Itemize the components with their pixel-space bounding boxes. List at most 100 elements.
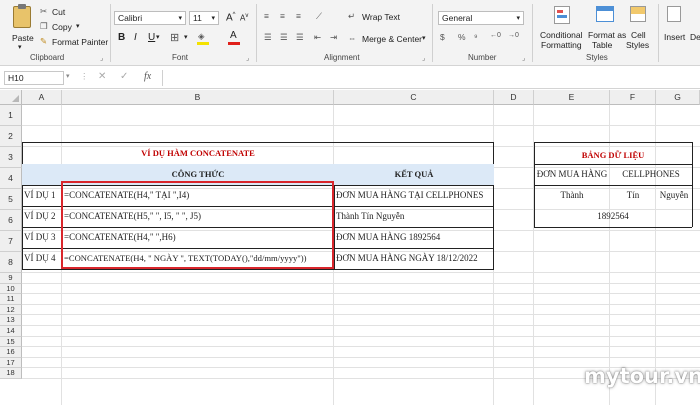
- fill-color-icon[interactable]: ◈: [197, 31, 209, 45]
- gridline: [22, 188, 700, 189]
- bold-icon[interactable]: B: [118, 32, 125, 43]
- font-size-select[interactable]: 11 ▾: [189, 11, 219, 25]
- row-header-5[interactable]: 5: [0, 189, 22, 210]
- align-left-icon[interactable]: ☰: [264, 32, 272, 43]
- row-header-17[interactable]: 17: [0, 357, 22, 369]
- copy-label: Copy: [52, 22, 72, 32]
- dialog-launcher-icon[interactable]: ⌟: [100, 54, 103, 62]
- conditional-formatting-button[interactable]: Conditional Formatting: [540, 6, 586, 52]
- delete-button[interactable]: De: [690, 6, 700, 52]
- number-format-select[interactable]: General ▾: [438, 11, 524, 25]
- format-as-table-label-2: Table: [592, 40, 613, 50]
- grow-font-icon[interactable]: A^: [226, 12, 236, 23]
- row-header-16[interactable]: 16: [0, 347, 22, 358]
- number-group-label: Number: [468, 53, 497, 62]
- dialog-launcher-icon[interactable]: ⌟: [246, 54, 249, 62]
- shrink-font-icon[interactable]: Av: [240, 13, 248, 23]
- percent-icon[interactable]: %: [458, 32, 466, 42]
- insert-label: Insert: [664, 32, 686, 42]
- row-header-7[interactable]: 7: [0, 231, 22, 252]
- gridline: [22, 303, 700, 305]
- name-box[interactable]: H10: [4, 71, 64, 85]
- gridline: [22, 378, 700, 379]
- cell-styles-icon: [630, 6, 646, 22]
- row-header-12[interactable]: 12: [0, 304, 22, 316]
- gridline: [655, 105, 656, 405]
- column-header-c[interactable]: C: [334, 90, 494, 105]
- gridline: [22, 293, 700, 295]
- decrease-decimal-icon[interactable]: →0: [508, 32, 519, 39]
- increase-decimal-icon[interactable]: ←0: [490, 32, 501, 39]
- gridline: [61, 105, 62, 405]
- column-header-b[interactable]: B: [62, 90, 334, 105]
- increase-indent-icon[interactable]: ⇥: [330, 32, 337, 43]
- chevron-down-icon: ▾: [184, 34, 188, 41]
- wrap-text-icon: ↵: [348, 11, 356, 21]
- decrease-indent-icon[interactable]: ⇤: [314, 32, 321, 43]
- row-header-18[interactable]: 18: [0, 368, 22, 379]
- underline-icon[interactable]: U: [148, 32, 155, 43]
- select-all-corner[interactable]: [0, 90, 22, 105]
- dialog-launcher-icon[interactable]: ⌟: [522, 54, 525, 62]
- gridline: [22, 146, 700, 147]
- conditional-formatting-label: Conditional: [540, 30, 583, 40]
- align-middle-icon[interactable]: ≡: [280, 11, 285, 21]
- column-header-g[interactable]: G: [656, 90, 700, 105]
- row-header-4[interactable]: 4: [0, 168, 22, 189]
- chevron-down-icon: ▾: [156, 34, 160, 41]
- column-header-a[interactable]: A: [22, 90, 62, 105]
- row-header-13[interactable]: 13: [0, 315, 22, 326]
- row-header-10[interactable]: 10: [0, 283, 22, 295]
- align-top-icon[interactable]: ≡: [264, 11, 269, 21]
- row-header-14[interactable]: 14: [0, 326, 22, 337]
- row-header-6[interactable]: 6: [0, 210, 22, 231]
- worksheet-grid[interactable]: A B C D E F G 1 2 3 4 5 6 7 8 9 10 11 12 13 14 15 16 17 18: [0, 90, 700, 405]
- font-name-select[interactable]: Calibri ▾: [114, 11, 186, 25]
- orientation-icon[interactable]: ⟋: [316, 11, 322, 22]
- align-bottom-icon[interactable]: ≡: [296, 11, 301, 21]
- paste-label: Paste: [12, 33, 34, 43]
- format-as-table-label: Format as: [588, 30, 627, 40]
- gridline: [333, 105, 334, 405]
- align-center-icon[interactable]: ☰: [280, 32, 288, 43]
- conditional-formatting-icon: [554, 6, 570, 24]
- cell-styles-button[interactable]: Cell Styles: [624, 6, 652, 52]
- row-header-2[interactable]: 2: [0, 126, 22, 147]
- row-header-3[interactable]: 3: [0, 147, 22, 168]
- row-header-9[interactable]: 9: [0, 273, 22, 284]
- divider: [432, 4, 433, 62]
- currency-icon[interactable]: $: [440, 32, 445, 42]
- insert-button[interactable]: Insert: [664, 6, 686, 52]
- chevron-down-icon: ▾: [76, 23, 80, 30]
- enter-icon[interactable]: ✓: [120, 71, 128, 82]
- column-header-f[interactable]: F: [610, 90, 656, 105]
- scissors-icon: ✂: [40, 6, 48, 16]
- gridline: [609, 105, 610, 405]
- row-header-8[interactable]: 8: [0, 252, 22, 273]
- row-header-15[interactable]: 15: [0, 336, 22, 348]
- chevron-down-icon[interactable]: ▾: [66, 72, 70, 80]
- column-header-e[interactable]: E: [534, 90, 610, 105]
- dialog-launcher-icon[interactable]: ⌟: [422, 54, 425, 62]
- gridline: [22, 167, 700, 168]
- alignment-group-label: Alignment: [324, 53, 360, 62]
- comma-style-icon[interactable]: ⁹: [474, 32, 478, 42]
- insert-function-button[interactable]: fx: [144, 71, 151, 82]
- font-color-icon[interactable]: A: [228, 30, 240, 45]
- gridline: [22, 335, 700, 337]
- align-right-icon[interactable]: ☰: [296, 32, 304, 43]
- row-header-1[interactable]: 1: [0, 105, 22, 126]
- insert-icon: [667, 6, 681, 22]
- format-as-table-button[interactable]: Format as Table: [588, 6, 627, 52]
- row-header-11[interactable]: 11: [0, 294, 22, 305]
- ribbon: Paste ▾ ✂ Cut ❐ Copy ▾ ✎ Format Painter …: [0, 0, 700, 66]
- cancel-icon[interactable]: ✕: [98, 71, 106, 82]
- italic-icon[interactable]: I: [134, 32, 137, 43]
- paste-button[interactable]: Paste ▾: [10, 4, 36, 51]
- column-header-d[interactable]: D: [494, 90, 534, 105]
- formula-input[interactable]: [162, 70, 700, 86]
- styles-group-label: Styles: [586, 53, 608, 62]
- chevron-down-icon: ▾: [422, 35, 426, 42]
- gridline: [22, 346, 700, 348]
- borders-icon[interactable]: ⊞: [170, 31, 179, 44]
